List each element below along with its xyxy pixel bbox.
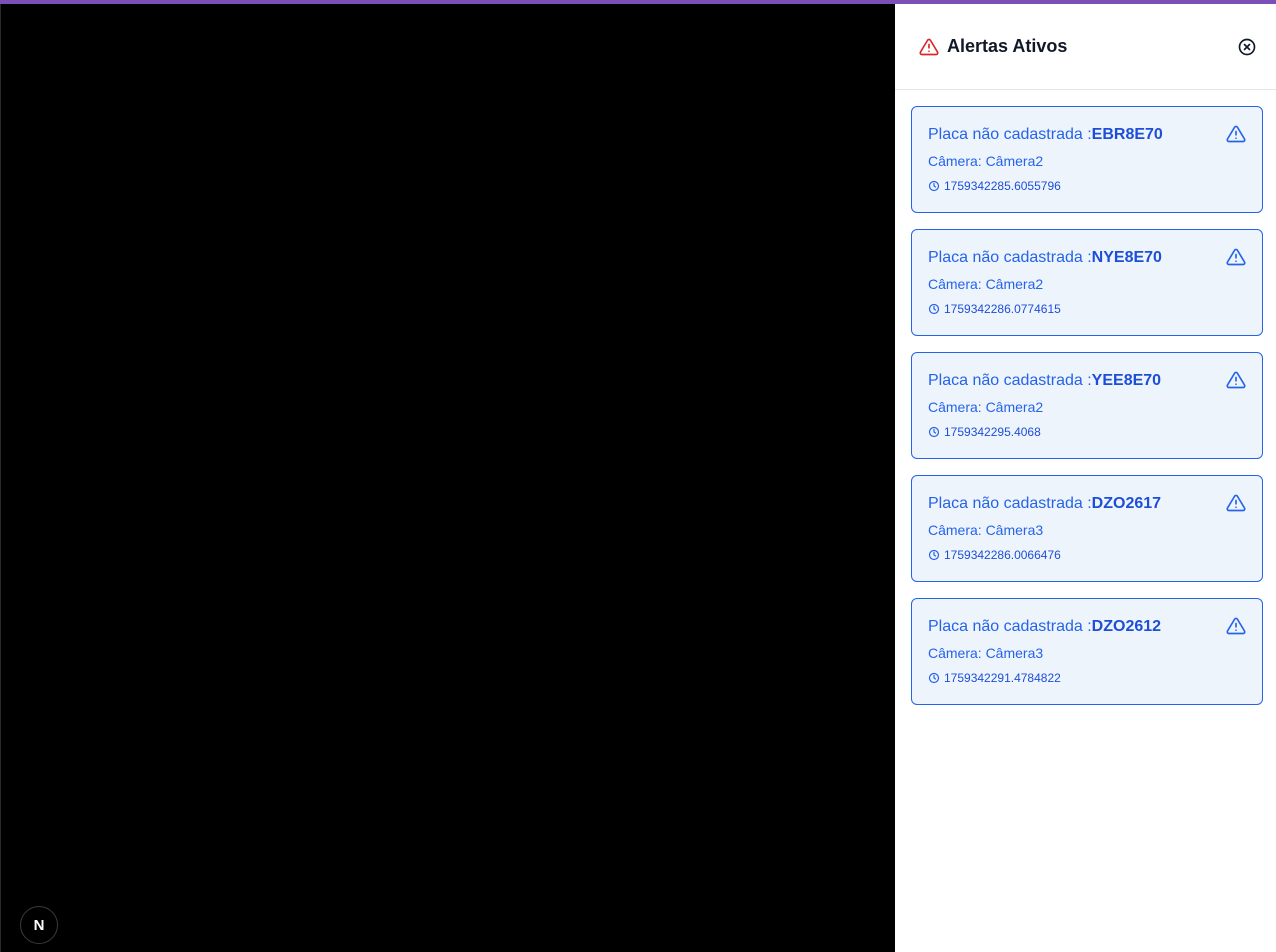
alert-prefix: Placa não cadastrada :: [928, 618, 1092, 635]
next-dev-badge[interactable]: N: [20, 906, 58, 944]
alert-title: Placa não cadastrada :NYE8E70: [928, 248, 1246, 268]
alert-prefix: Placa não cadastrada :: [928, 372, 1092, 389]
warning-triangle-icon: [1226, 616, 1246, 636]
next-badge-label: N: [33, 916, 45, 934]
alert-time: 1759342291.4784822: [928, 670, 1246, 686]
alert-prefix: Placa não cadastrada :: [928, 126, 1092, 143]
alert-timestamp: 1759342295.4068: [944, 425, 1041, 439]
alert-title: Placa não cadastrada :DZO2612: [928, 617, 1246, 637]
alert-timestamp: 1759342291.4784822: [944, 671, 1061, 685]
alert-timestamp: 1759342286.0774615: [944, 302, 1061, 316]
clock-icon: [928, 549, 940, 561]
alert-time: 1759342295.4068: [928, 424, 1246, 440]
alert-timestamp: 1759342285.6055796: [944, 179, 1061, 193]
warning-triangle-icon: [919, 37, 939, 57]
alert-camera: Câmera: Câmera2: [928, 153, 1044, 169]
alert-card[interactable]: Placa não cadastrada :DZO2617 Câmera: Câ…: [911, 475, 1263, 582]
clock-icon: [928, 426, 940, 438]
alert-plate: EBR8E70: [1091, 126, 1163, 143]
panel-title: Alertas Ativos: [947, 36, 1068, 56]
clock-icon: [928, 180, 940, 192]
alert-camera: Câmera: Câmera3: [928, 522, 1044, 538]
alert-plate: YEE8E70: [1091, 372, 1162, 389]
warning-triangle-icon: [1226, 370, 1246, 390]
warning-triangle-icon: [1226, 247, 1246, 267]
alerts-panel: Alertas Ativos Placa não cadastrada :EBR…: [895, 4, 1276, 952]
clock-icon: [928, 303, 940, 315]
alert-time: 1759342286.0774615: [928, 301, 1246, 317]
alert-list: Placa não cadastrada :EBR8E70 Câmera: Câ…: [895, 90, 1276, 705]
alert-plate: NYE8E70: [1091, 249, 1162, 266]
alert-card[interactable]: Placa não cadastrada :DZO2612 Câmera: Câ…: [911, 598, 1263, 705]
warning-triangle-icon: [1226, 493, 1246, 513]
alert-title: Placa não cadastrada :YEE8E70: [928, 371, 1246, 391]
alert-prefix: Placa não cadastrada :: [928, 249, 1092, 266]
close-icon[interactable]: [1236, 36, 1258, 58]
alert-title: Placa não cadastrada :EBR8E70: [928, 125, 1246, 145]
clock-icon: [928, 672, 940, 684]
alert-plate: DZO2617: [1091, 495, 1162, 512]
alert-card[interactable]: Placa não cadastrada :EBR8E70 Câmera: Câ…: [911, 106, 1263, 213]
alert-card[interactable]: Placa não cadastrada :YEE8E70 Câmera: Câ…: [911, 352, 1263, 459]
video-feed-area: [0, 4, 895, 952]
alert-camera: Câmera: Câmera2: [928, 276, 1044, 292]
alert-card[interactable]: Placa não cadastrada :NYE8E70 Câmera: Câ…: [911, 229, 1263, 336]
alert-camera: Câmera: Câmera3: [928, 645, 1044, 661]
alert-timestamp: 1759342286.0066476: [944, 548, 1061, 562]
alert-time: 1759342285.6055796: [928, 178, 1246, 194]
alert-prefix: Placa não cadastrada :: [928, 495, 1092, 512]
warning-triangle-icon: [1226, 124, 1246, 144]
alert-title: Placa não cadastrada :DZO2617: [928, 494, 1246, 514]
alert-plate: DZO2612: [1091, 618, 1162, 635]
alert-time: 1759342286.0066476: [928, 547, 1246, 563]
alert-camera: Câmera: Câmera2: [928, 399, 1044, 415]
alerts-panel-header: Alertas Ativos: [895, 4, 1276, 90]
